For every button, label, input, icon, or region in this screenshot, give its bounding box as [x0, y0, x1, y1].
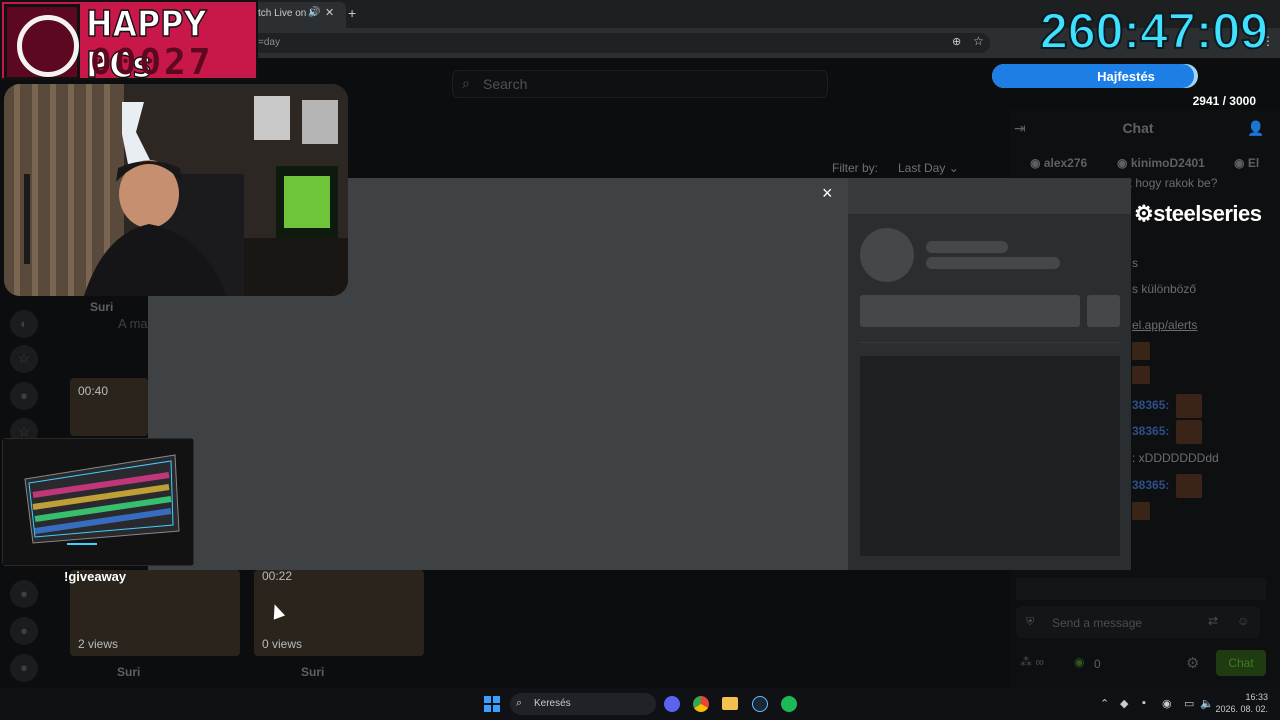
points-icon: ◉	[1074, 655, 1085, 669]
emote-bar[interactable]	[1016, 578, 1266, 600]
bookmark-star-icon[interactable]: ☆	[973, 34, 984, 48]
tray-app-icon[interactable]: ▪	[1142, 697, 1146, 709]
emoji-icon[interactable]: ☺	[1237, 614, 1249, 628]
chat-username[interactable]: 38365:	[1132, 424, 1169, 438]
sidebar-channel-icon[interactable]: ●	[10, 654, 38, 682]
search-placeholder: Search	[483, 76, 528, 92]
file-explorer-icon[interactable]	[722, 697, 738, 710]
chat-emote	[1176, 394, 1202, 418]
discord-icon[interactable]	[664, 696, 680, 712]
goal-progress-text: 2941 / 3000	[1192, 94, 1256, 108]
steam-icon[interactable]	[752, 696, 768, 712]
search-icon: ⌕	[462, 75, 470, 91]
divider	[860, 342, 1120, 343]
sidebar-channel-icon[interactable]: ●	[10, 382, 38, 410]
windows-start-icon[interactable]	[484, 696, 500, 712]
loading-line	[926, 241, 1008, 253]
giveaway-command: !giveaway	[64, 569, 127, 584]
clip-author: Suri	[90, 300, 114, 314]
loading-chat-area	[860, 356, 1120, 556]
gifter-name: ◉ kinimoD2401	[1117, 156, 1205, 170]
chat-send-button[interactable]: Chat	[1216, 650, 1266, 676]
steelseries-icon: ⚙	[1134, 201, 1154, 226]
loading-avatar	[860, 228, 914, 282]
chrome-icon[interactable]	[693, 696, 709, 712]
clip-title: A ma	[118, 316, 148, 331]
zoom-icon[interactable]: ⊕	[952, 35, 961, 48]
clip-duration: 00:22	[262, 569, 293, 583]
clock-time[interactable]: 16:33	[1200, 692, 1268, 702]
gifter-name: ◉ alex276	[1030, 156, 1088, 170]
loading-button	[1087, 295, 1120, 327]
goal-label: Hajfestés	[1097, 69, 1155, 84]
discord-tray-icon[interactable]: ◉	[1162, 697, 1172, 710]
chevron-up-icon[interactable]: ⌃	[1100, 697, 1109, 710]
subathon-timer: 260:47:09	[1039, 2, 1269, 60]
clip-views: 2 views	[78, 637, 119, 651]
filter-label: Filter by:	[832, 161, 879, 175]
channel-points-icon[interactable]: ⁂ ∞	[1020, 655, 1044, 669]
star-icon[interactable]: ☆	[10, 345, 38, 373]
webcam-overlay	[4, 84, 348, 296]
sidebar-channel-icon[interactable]: ◐	[10, 310, 38, 338]
filter-value: Last Day	[898, 161, 946, 175]
clip-author: Suri	[117, 665, 141, 679]
chat-emote	[1176, 420, 1202, 444]
url-field[interactable]: =day	[250, 33, 990, 53]
logo-counter: 00027	[90, 42, 214, 83]
search-icon: ⌕	[516, 697, 523, 709]
translate-icon[interactable]: ⇄	[1208, 614, 1218, 628]
sidebar-channel-icon[interactable]: ●	[10, 580, 38, 608]
chat-emote	[1132, 342, 1150, 360]
chat-message: s	[1132, 256, 1138, 270]
logo-ring	[17, 15, 79, 77]
new-tab-button[interactable]: +	[348, 5, 356, 21]
chat-username[interactable]: 38365:	[1132, 398, 1169, 412]
points-value: 0	[1094, 657, 1101, 671]
chat-link[interactable]: el.app/alerts	[1132, 318, 1197, 332]
sponsor-logo: ⚙steelseries	[1134, 201, 1262, 226]
chat-emote	[1176, 474, 1202, 498]
network-icon[interactable]: ▭	[1184, 697, 1194, 710]
chat-message: s különböző	[1132, 282, 1197, 296]
clip-modal-sidebar-header	[848, 178, 1131, 214]
close-icon[interactable]: ×	[822, 183, 833, 204]
clip-author: Suri	[301, 665, 325, 679]
tray-app-icon[interactable]: ◆	[1120, 697, 1128, 710]
spotify-icon[interactable]	[781, 696, 797, 712]
loading-button	[860, 295, 1080, 327]
users-icon[interactable]: 👤	[1247, 120, 1264, 137]
sidebar-channel-icon[interactable]: ●	[10, 617, 38, 645]
taskbar-search-label: Keresés	[534, 698, 571, 709]
stream-logo-panel: HAPPY PCs 00027	[0, 0, 258, 87]
clock-date[interactable]: 2026. 08. 02.	[1200, 704, 1268, 714]
filter-dropdown[interactable]: Last Day ⌄	[898, 161, 959, 175]
brand-logo-icon	[4, 4, 80, 80]
chevron-down-icon: ⌄	[948, 161, 959, 175]
clip-views: 0 views	[262, 637, 303, 651]
clip-duration: 00:40	[78, 384, 109, 398]
chat-emote	[1132, 502, 1150, 520]
chat-title: Chat	[1122, 120, 1154, 136]
url-text: =day	[258, 37, 280, 48]
taskbar-search[interactable]	[510, 693, 656, 715]
tab-close-icon[interactable]: ✕	[325, 6, 334, 19]
chat-emote	[1132, 366, 1150, 384]
chat-message: ot hogy rakok be?	[1122, 176, 1218, 190]
speaker-icon[interactable]: 🔊	[308, 7, 320, 18]
chat-message: : xDDDDDDDdd	[1132, 451, 1219, 465]
gifter-name: ◉ El	[1234, 156, 1260, 170]
chat-username[interactable]: 38365:	[1132, 478, 1169, 492]
gear-icon[interactable]: ⚙	[1186, 654, 1199, 672]
loading-line	[926, 257, 1060, 269]
shield-icon: ⛨	[1026, 616, 1035, 628]
giveaway-keyboard-image	[2, 438, 194, 566]
message-placeholder: Send a message	[1052, 616, 1143, 630]
